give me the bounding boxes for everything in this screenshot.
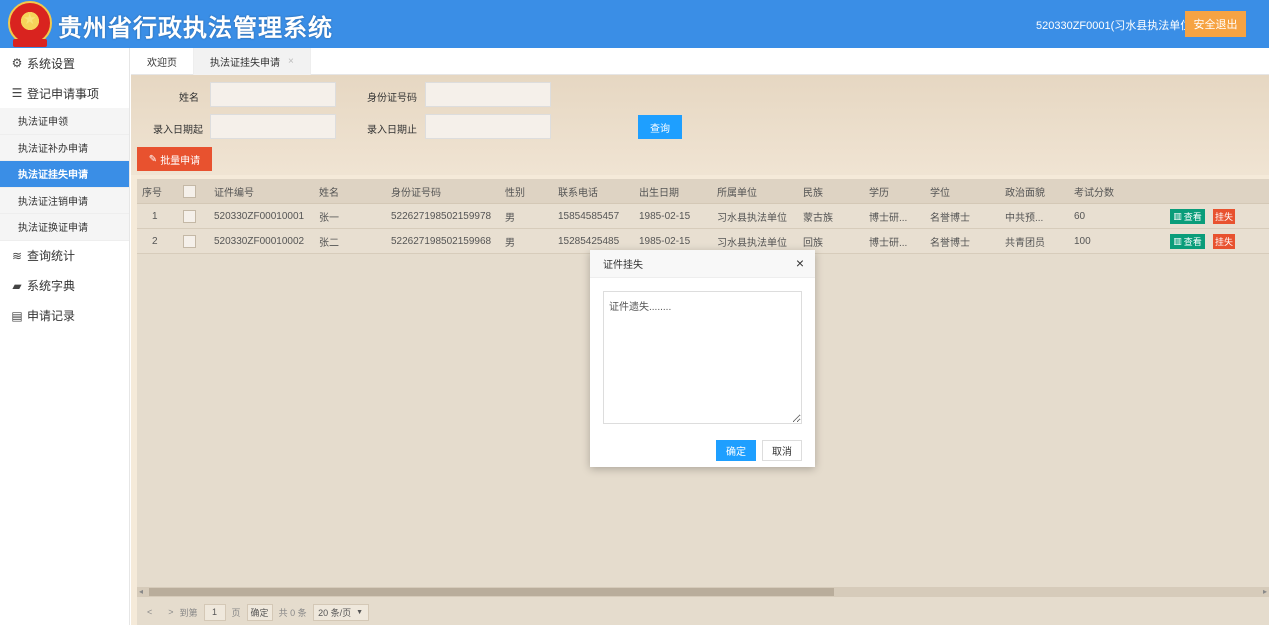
col-header-edu: 学历 bbox=[869, 188, 889, 199]
sidebar: ⚙ 系统设置 ☰ 登记申请事项 执法证申领 执法证补办申请 执法证挂失申请 执法… bbox=[0, 48, 130, 625]
sidebar-subitem-apply[interactable]: 执法证申领 bbox=[0, 108, 129, 135]
sidebar-item-dictionary[interactable]: ▰ 系统字典 bbox=[0, 271, 129, 301]
col-header-unit: 所属单位 bbox=[717, 188, 757, 199]
id-number-label: 身份证号码 bbox=[367, 93, 417, 104]
goto-confirm-button[interactable]: 确定 bbox=[246, 603, 273, 621]
dialog-header: 证件挂失 × bbox=[590, 250, 815, 278]
date-from-label: 录入日期起 bbox=[153, 125, 203, 136]
app-title: 贵州省行政执法管理系统 bbox=[58, 14, 333, 42]
app-header: ★ 贵州省行政执法管理系统 520330ZF0001(习水县执法单位) 安全退出 bbox=[0, 0, 1269, 48]
sidebar-subitem-reissue[interactable]: 执法证补办申请 bbox=[0, 134, 129, 161]
view-button[interactable]: ▥ 查看 bbox=[1170, 209, 1205, 224]
database-icon: ≋ bbox=[11, 248, 23, 263]
view-button[interactable]: ▥ 查看 bbox=[1170, 234, 1205, 249]
col-header-id: 身份证号码 bbox=[391, 188, 441, 199]
col-header-phone: 联系电话 bbox=[558, 188, 598, 199]
col-header-cert: 证件编号 bbox=[214, 188, 254, 199]
next-page-icon[interactable]: > bbox=[168, 607, 173, 617]
horizontal-scrollbar[interactable]: ◂ ▸ bbox=[137, 587, 1269, 597]
sidebar-item-query-stats[interactable]: ≋ 查询统计 bbox=[0, 241, 129, 271]
page-number-input[interactable]: 1 bbox=[203, 603, 226, 621]
sidebar-subitem-cancel[interactable]: 执法证注销申请 bbox=[0, 187, 129, 214]
col-header-sex: 性别 bbox=[505, 188, 525, 199]
tab-welcome[interactable]: 欢迎页 bbox=[131, 48, 194, 75]
dialog-title: 证件挂失 bbox=[603, 260, 643, 271]
prev-page-icon[interactable]: < bbox=[147, 607, 152, 617]
sidebar-item-system-settings[interactable]: ⚙ 系统设置 bbox=[0, 48, 129, 78]
scroll-right-icon[interactable]: ▸ bbox=[1263, 587, 1267, 596]
current-user: 520330ZF0001(习水县执法单位) bbox=[1036, 20, 1195, 32]
select-all-checkbox[interactable] bbox=[183, 179, 196, 204]
date-to-input[interactable] bbox=[425, 114, 551, 139]
document-icon: ▤ bbox=[11, 308, 23, 323]
date-from-input[interactable] bbox=[210, 114, 336, 139]
batch-apply-button[interactable]: ✎ 批量申请 bbox=[137, 147, 212, 171]
sliders-icon: ☰ bbox=[11, 86, 23, 100]
tab-report-lost[interactable]: 执法证挂失申请 × bbox=[194, 48, 311, 75]
close-icon[interactable]: × bbox=[796, 255, 804, 271]
table-header: 序号 证件编号 姓名 身份证号码 性别 联系电话 出生日期 所属单位 民族 学历… bbox=[137, 179, 1269, 204]
col-header-name: 姓名 bbox=[319, 188, 339, 199]
sidebar-item-registration[interactable]: ☰ 登记申请事项 bbox=[0, 78, 129, 108]
pagination: < > 到第 1 页 确定 共 0 条 20 条/页 ▼ bbox=[137, 599, 1269, 625]
caret-down-icon: ▼ bbox=[356, 608, 364, 616]
confirm-button[interactable]: 确定 bbox=[716, 440, 756, 461]
pencil-icon: ✎ bbox=[148, 153, 158, 165]
national-emblem-icon: ★ bbox=[8, 1, 52, 47]
row-checkbox[interactable] bbox=[183, 204, 196, 229]
cancel-button[interactable]: 取消 bbox=[762, 440, 802, 461]
col-header-birth: 出生日期 bbox=[639, 188, 679, 199]
book-icon: ▥ bbox=[1173, 211, 1182, 221]
total-count: 共 0 条 bbox=[278, 607, 307, 618]
col-header-no: 序号 bbox=[142, 188, 162, 199]
goto-label: 到第 bbox=[179, 607, 198, 618]
book-icon: ▥ bbox=[1173, 236, 1182, 246]
col-header-score: 考试分数 bbox=[1074, 188, 1114, 199]
date-to-label: 录入日期止 bbox=[367, 125, 417, 136]
page-size-select[interactable]: 20 条/页 ▼ bbox=[312, 603, 369, 621]
sidebar-item-records[interactable]: ▤ 申请记录 bbox=[0, 301, 129, 331]
scrollbar-thumb[interactable] bbox=[149, 588, 834, 596]
report-lost-button[interactable]: 挂失 bbox=[1213, 209, 1235, 224]
filter-form: 姓名 身份证号码 录入日期起 录入日期止 查询 ✎ 批量申请 bbox=[131, 75, 1269, 175]
close-tab-icon[interactable]: × bbox=[288, 56, 294, 67]
col-header-degree: 学位 bbox=[930, 188, 950, 199]
query-button[interactable]: 查询 bbox=[638, 115, 682, 139]
tab-bar: 欢迎页 执法证挂失申请 × bbox=[131, 48, 1269, 75]
table-row[interactable]: 1 520330ZF00010001 张一 522627198502159978… bbox=[137, 204, 1269, 229]
name-input[interactable] bbox=[210, 82, 336, 107]
gear-icon: ⚙ bbox=[11, 56, 23, 70]
logout-button[interactable]: 安全退出 bbox=[1185, 11, 1246, 37]
book-icon: ▰ bbox=[12, 278, 22, 293]
sidebar-subitem-renew[interactable]: 执法证换证申请 bbox=[0, 214, 129, 241]
id-number-input[interactable] bbox=[425, 82, 551, 107]
col-header-ethnic: 民族 bbox=[803, 188, 823, 199]
row-checkbox[interactable] bbox=[183, 229, 196, 254]
reason-textarea[interactable]: 证件遗失........ bbox=[603, 291, 802, 424]
report-lost-dialog: 证件挂失 × 证件遗失........ 确定 取消 bbox=[590, 250, 815, 467]
page-unit-label: 页 bbox=[231, 607, 241, 618]
scroll-left-icon[interactable]: ◂ bbox=[139, 587, 143, 596]
name-label: 姓名 bbox=[179, 93, 199, 104]
col-header-political: 政治面貌 bbox=[1005, 188, 1045, 199]
sidebar-subitem-report-lost[interactable]: 执法证挂失申请 bbox=[0, 161, 129, 188]
report-lost-button[interactable]: 挂失 bbox=[1213, 234, 1235, 249]
